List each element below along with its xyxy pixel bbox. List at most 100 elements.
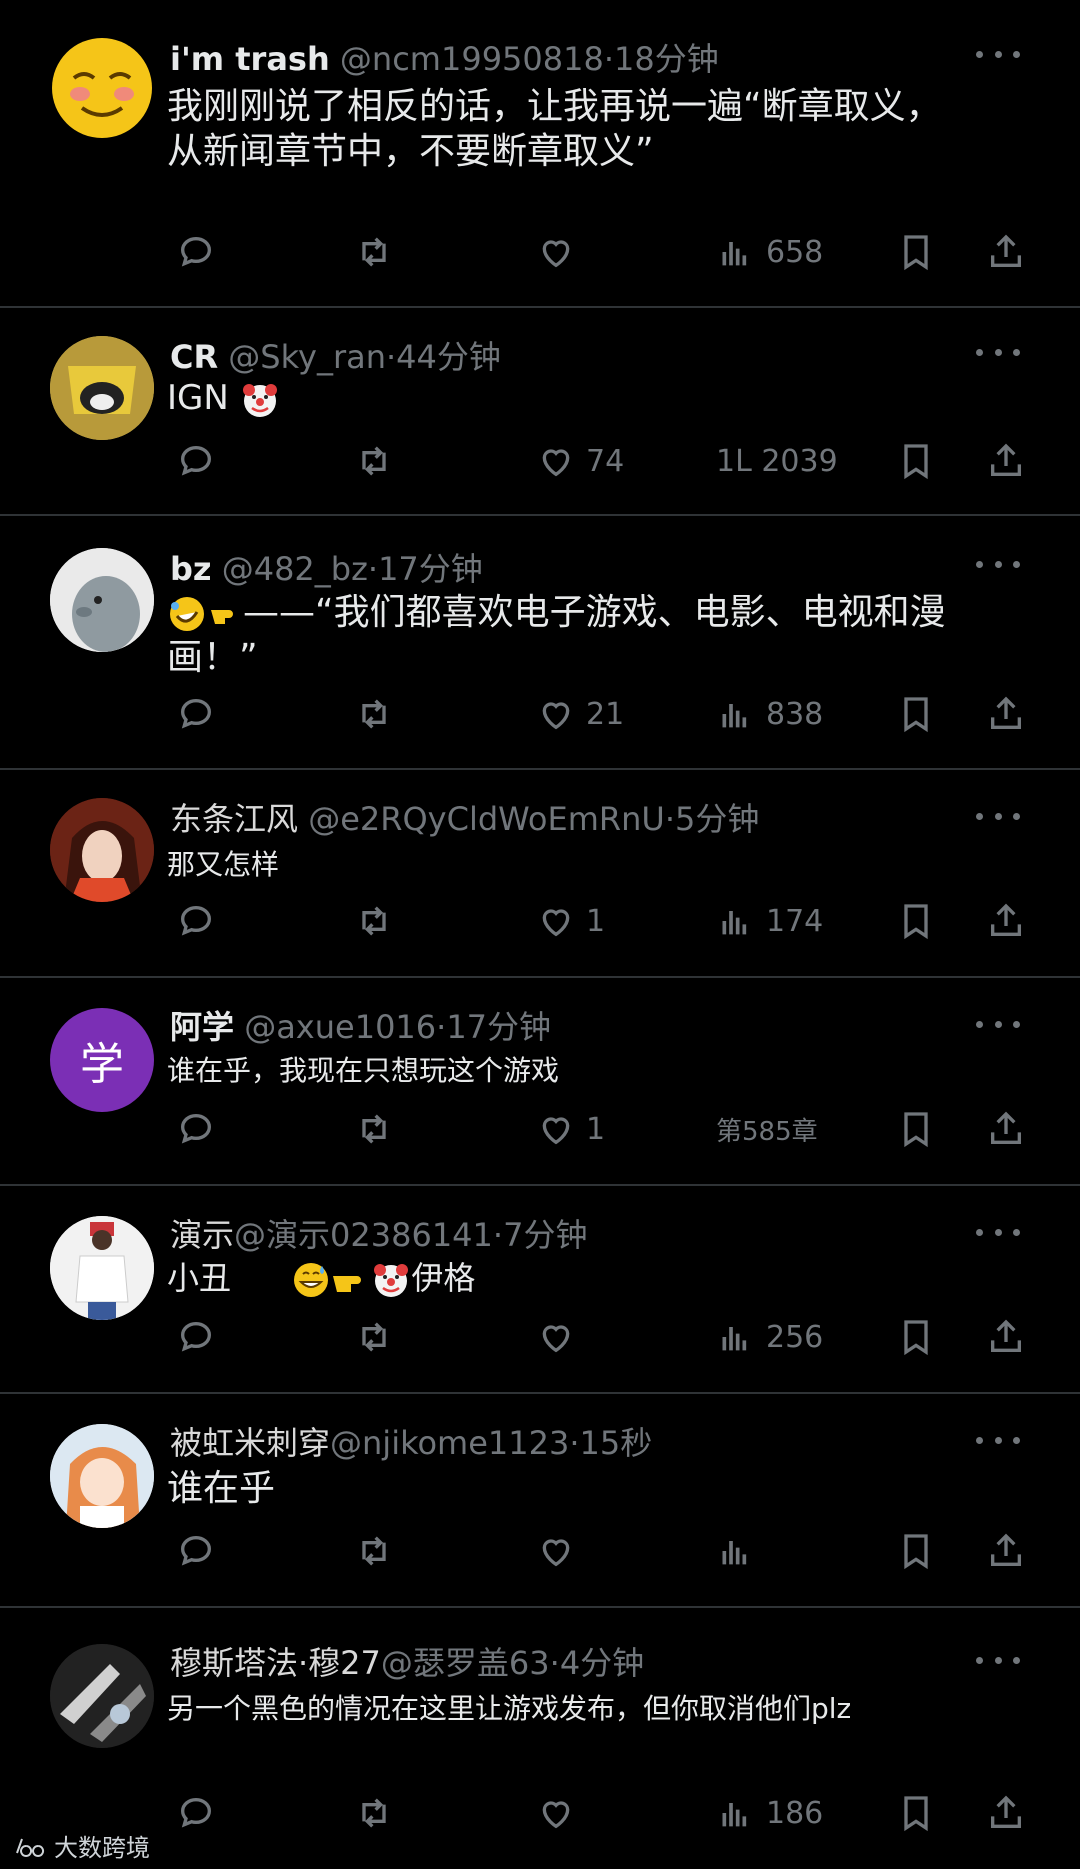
share-button[interactable] (986, 1312, 1026, 1362)
avatar[interactable] (50, 1216, 154, 1320)
reply-post[interactable]: bz @482_bz·17分钟 ——“我们都喜欢电子游戏、电影、电视和漫 画！”… (0, 516, 1080, 770)
more-options-icon[interactable] (976, 342, 1020, 362)
handle[interactable]: @Sky_ran (228, 338, 386, 376)
more-options-icon[interactable] (976, 1222, 1020, 1242)
display-name[interactable]: 东条江风 (170, 800, 298, 838)
timestamp[interactable]: 17分钟 (378, 550, 483, 588)
views-count[interactable]: 1L 2039 (716, 436, 838, 486)
views-button[interactable]: 256 (716, 1312, 823, 1362)
more-options-icon[interactable] (976, 44, 1020, 64)
bookmark-button[interactable] (896, 1526, 936, 1576)
avatar[interactable] (50, 1424, 154, 1528)
views-button[interactable]: 658 (716, 227, 823, 277)
timestamp[interactable]: 4分钟 (560, 1644, 644, 1682)
repost-button[interactable] (354, 1526, 394, 1576)
views-button[interactable] (716, 1526, 766, 1576)
share-button[interactable] (986, 896, 1026, 946)
timestamp[interactable]: 7分钟 (503, 1216, 587, 1254)
reply-post[interactable]: 穆斯塔法·穆27@瑟罗盖63·4分钟 另一个黑色的情况在这里让游戏发布，但你取消… (0, 1608, 1080, 1869)
avatar[interactable] (50, 36, 154, 140)
avatar[interactable] (50, 548, 154, 652)
share-button[interactable] (986, 1788, 1026, 1838)
bookmark-button[interactable] (896, 689, 936, 739)
share-button[interactable] (986, 227, 1026, 277)
reply-button[interactable] (176, 436, 216, 486)
display-name[interactable]: CR (170, 338, 218, 376)
display-name[interactable]: 阿学 (170, 1008, 234, 1046)
views-button[interactable]: 186 (716, 1788, 823, 1838)
repost-button[interactable] (354, 227, 394, 277)
repost-button[interactable] (354, 1788, 394, 1838)
timestamp[interactable]: 17分钟 (446, 1008, 551, 1046)
bookmark-button[interactable] (896, 436, 936, 486)
repost-button[interactable] (354, 436, 394, 486)
bookmark-button[interactable] (896, 227, 936, 277)
more-options-icon[interactable] (976, 806, 1020, 826)
reply-button[interactable] (176, 1104, 216, 1154)
more-options-icon[interactable] (976, 1650, 1020, 1670)
avatar[interactable] (50, 336, 154, 440)
display-name[interactable]: 穆斯塔法·穆27 (170, 1644, 381, 1682)
reply-button[interactable] (176, 1788, 216, 1838)
like-button[interactable]: 1 (536, 1104, 605, 1154)
reply-post[interactable]: CR @Sky_ran·44分钟 IGN 74 1L 2039 (0, 308, 1080, 516)
reply-post[interactable]: 东条江风 @e2RQyCldWoEmRnU·5分钟 那又怎样 1 174 (0, 770, 1080, 978)
display-name[interactable]: i'm trash (170, 40, 330, 78)
repost-button[interactable] (354, 689, 394, 739)
like-button[interactable] (536, 1526, 586, 1576)
timestamp[interactable]: 44分钟 (396, 338, 501, 376)
timestamp[interactable]: 18分钟 (614, 40, 719, 78)
more-options-icon[interactable] (976, 1014, 1020, 1034)
reply-button[interactable] (176, 1312, 216, 1362)
rofl-emoji-icon (170, 597, 204, 631)
avatar[interactable]: 学 (50, 1008, 154, 1112)
reply-button[interactable] (176, 896, 216, 946)
reply-post[interactable]: 被虹米刺穿@njikome1123·15秒 谁在乎 (0, 1394, 1080, 1608)
views-count[interactable]: 第585章 (716, 1104, 818, 1154)
reply-button[interactable] (176, 227, 216, 277)
timestamp[interactable]: 15秒 (580, 1424, 653, 1462)
bookmark-button[interactable] (896, 896, 936, 946)
views-button[interactable]: 174 (716, 896, 823, 946)
bookmark-button[interactable] (896, 1788, 936, 1838)
more-options-icon[interactable] (976, 554, 1020, 574)
handle[interactable]: @njikome1123 (330, 1424, 569, 1462)
like-button[interactable] (536, 227, 586, 277)
display-name[interactable]: bz (170, 550, 212, 588)
reply-post[interactable]: i'm trash @ncm19950818·18分钟 我刚刚说了相反的话，让我… (0, 0, 1080, 308)
handle[interactable]: @ncm19950818 (340, 40, 604, 78)
repost-button[interactable] (354, 896, 394, 946)
like-button[interactable]: 74 (536, 436, 624, 486)
repost-button[interactable] (354, 1104, 394, 1154)
handle[interactable]: @axue1016 (244, 1008, 436, 1046)
timestamp[interactable]: 5分钟 (675, 800, 759, 838)
more-options-icon[interactable] (976, 1430, 1020, 1450)
display-name[interactable]: 演示 (170, 1216, 234, 1254)
share-button[interactable] (986, 1104, 1026, 1154)
avatar[interactable] (50, 798, 154, 902)
like-button[interactable] (536, 1788, 586, 1838)
reply-post[interactable]: 学 阿学 @axue1016·17分钟 谁在乎，我现在只想玩这个游戏 1 第58… (0, 978, 1080, 1186)
share-button[interactable] (986, 689, 1026, 739)
handle[interactable]: @482_bz (222, 550, 368, 588)
seal-avatar-icon (50, 548, 154, 652)
avatar[interactable] (50, 1644, 154, 1748)
watermark-logo-icon (16, 1838, 45, 1857)
bookmark-button[interactable] (896, 1312, 936, 1362)
like-button[interactable] (536, 1312, 586, 1362)
views-chart-icon (722, 704, 747, 728)
reply-button[interactable] (176, 689, 216, 739)
share-button[interactable] (986, 436, 1026, 486)
bookmark-button[interactable] (896, 1104, 936, 1154)
repost-button[interactable] (354, 1312, 394, 1362)
reply-button[interactable] (176, 1526, 216, 1576)
reply-post[interactable]: 演示@演示02386141·7分钟 小丑 伊格 256 (0, 1186, 1080, 1394)
like-button[interactable]: 21 (536, 689, 624, 739)
share-button[interactable] (986, 1526, 1026, 1576)
like-button[interactable]: 1 (536, 896, 605, 946)
views-button[interactable]: 838 (716, 689, 823, 739)
display-name[interactable]: 被虹米刺穿 (170, 1424, 330, 1462)
handle[interactable]: @演示02386141 (234, 1216, 493, 1254)
handle[interactable]: @e2RQyCldWoEmRnU (308, 800, 665, 838)
handle[interactable]: @瑟罗盖63 (381, 1644, 550, 1682)
